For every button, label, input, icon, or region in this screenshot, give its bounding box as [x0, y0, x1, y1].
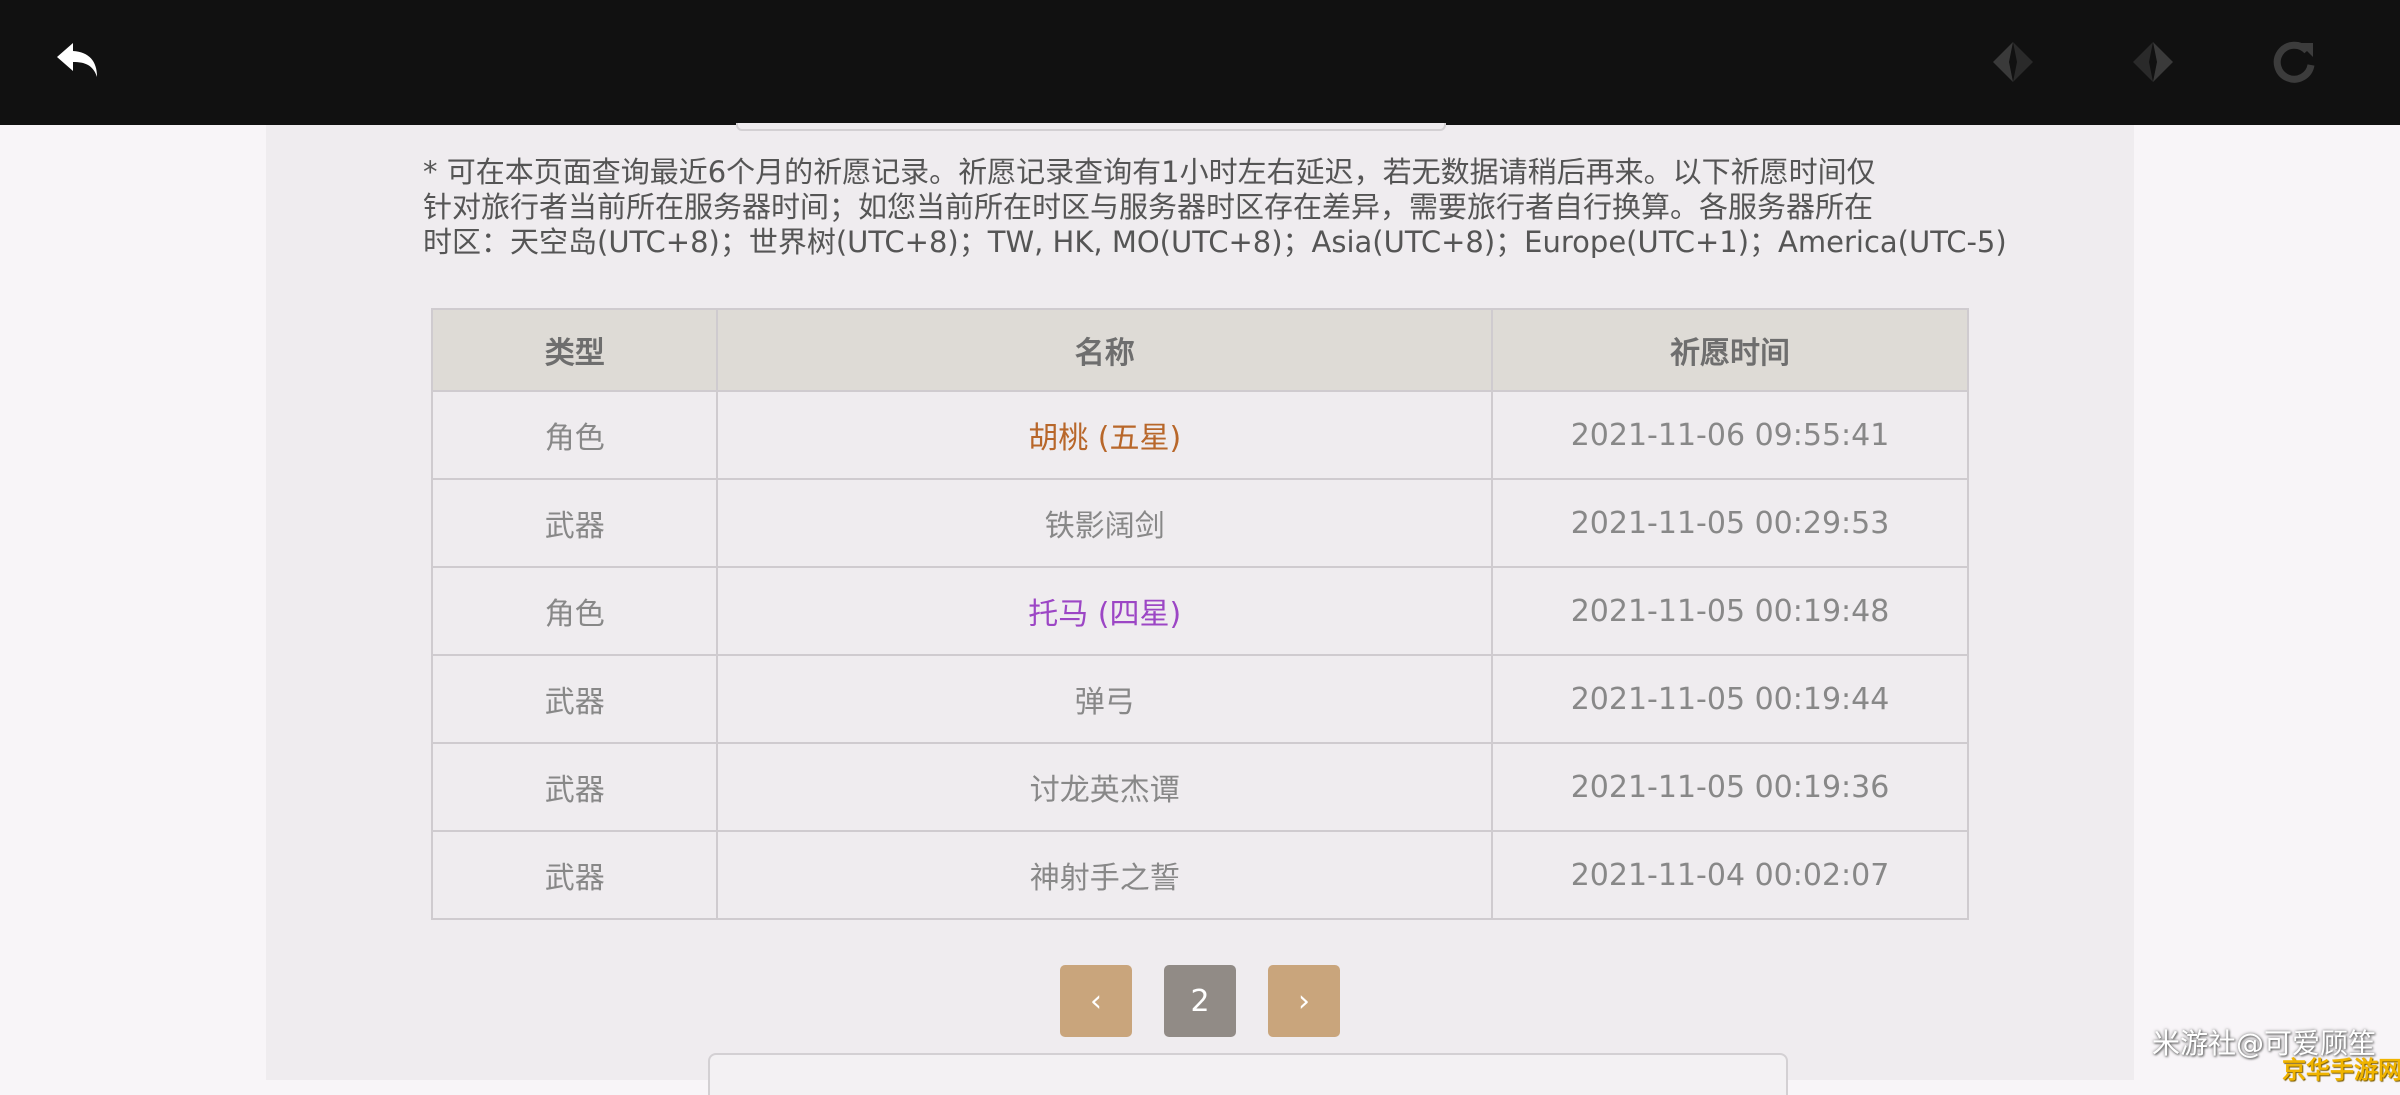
cell-time: 2021-11-05 00:19:36 — [1491, 742, 1969, 832]
prev-page-button[interactable] — [1983, 32, 2043, 92]
wish-history-panel: * 可在本页面查询最近6个月的祈愿记录。祈愿记录查询有1小时左右延迟，若无数据请… — [266, 123, 2134, 1095]
header-time: 祈愿时间 — [1491, 308, 1969, 392]
top-toolbar — [0, 0, 2400, 125]
table-row: 角色 托马 (四星) 2021-11-05 00:19:48 — [430, 566, 1969, 656]
back-button[interactable] — [48, 32, 108, 92]
notice-text: * 可在本页面查询最近6个月的祈愿记录。祈愿记录查询有1小时左右延迟，若无数据请… — [423, 155, 2007, 260]
header-type: 类型 — [430, 308, 719, 392]
pagination: ‹ 2 › — [266, 965, 2134, 1037]
table-row: 武器 神射手之誓 2021-11-04 00:02:07 — [430, 830, 1969, 920]
wish-history-table: 类型 名称 祈愿时间 角色 胡桃 (五星) 2021-11-06 09:55:4… — [430, 308, 1969, 920]
cell-name: 神射手之誓 — [716, 830, 1494, 920]
diamond-right-icon — [2133, 42, 2173, 82]
cell-time: 2021-11-06 09:55:41 — [1491, 390, 1969, 480]
pager-next-button[interactable]: › — [1268, 965, 1340, 1037]
cell-type: 武器 — [430, 742, 719, 832]
table-row: 角色 胡桃 (五星) 2021-11-06 09:55:41 — [430, 390, 1969, 480]
table-row: 武器 弹弓 2021-11-05 00:19:44 — [430, 654, 1969, 744]
cell-name: 铁影阔剑 — [716, 478, 1494, 568]
notice-line-2: 针对旅行者当前所在服务器时间；如您当前所在时区与服务器时区存在差异，需要旅行者自… — [423, 190, 1874, 224]
notice-line-3: 时区：天空岛(UTC+8)；世界树(UTC+8)；TW, HK, MO(UTC+… — [423, 225, 2007, 259]
refresh-icon — [2273, 41, 2315, 83]
bottom-box-edge — [708, 1053, 1788, 1095]
next-page-button[interactable] — [2123, 32, 2183, 92]
cell-name: 托马 (四星) — [716, 566, 1494, 656]
table-row: 武器 铁影阔剑 2021-11-05 00:29:53 — [430, 478, 1969, 568]
cell-time: 2021-11-05 00:19:48 — [1491, 566, 1969, 656]
cell-name: 弹弓 — [716, 654, 1494, 744]
cell-time: 2021-11-04 00:02:07 — [1491, 830, 1969, 920]
cell-type: 武器 — [430, 478, 719, 568]
refresh-button[interactable] — [2264, 32, 2324, 92]
pager-prev-button[interactable]: ‹ — [1060, 965, 1132, 1037]
cell-type: 武器 — [430, 830, 719, 920]
filter-box-edge — [736, 123, 1446, 131]
table-header-row: 类型 名称 祈愿时间 — [430, 308, 1969, 392]
header-name: 名称 — [716, 308, 1494, 392]
notice-line-1: * 可在本页面查询最近6个月的祈愿记录。祈愿记录查询有1小时左右延迟，若无数据请… — [423, 155, 1876, 189]
cell-time: 2021-11-05 00:19:44 — [1491, 654, 1969, 744]
cell-type: 角色 — [430, 390, 719, 480]
cell-type: 武器 — [430, 654, 719, 744]
back-arrow-icon — [57, 43, 97, 77]
cell-time: 2021-11-05 00:29:53 — [1491, 478, 1969, 568]
cell-name: 胡桃 (五星) — [716, 390, 1494, 480]
table-row: 武器 讨龙英杰谭 2021-11-05 00:19:36 — [430, 742, 1969, 832]
pager-current-page[interactable]: 2 — [1164, 965, 1236, 1037]
cell-type: 角色 — [430, 566, 719, 656]
diamond-left-icon — [1993, 42, 2033, 82]
cell-name: 讨龙英杰谭 — [716, 742, 1494, 832]
